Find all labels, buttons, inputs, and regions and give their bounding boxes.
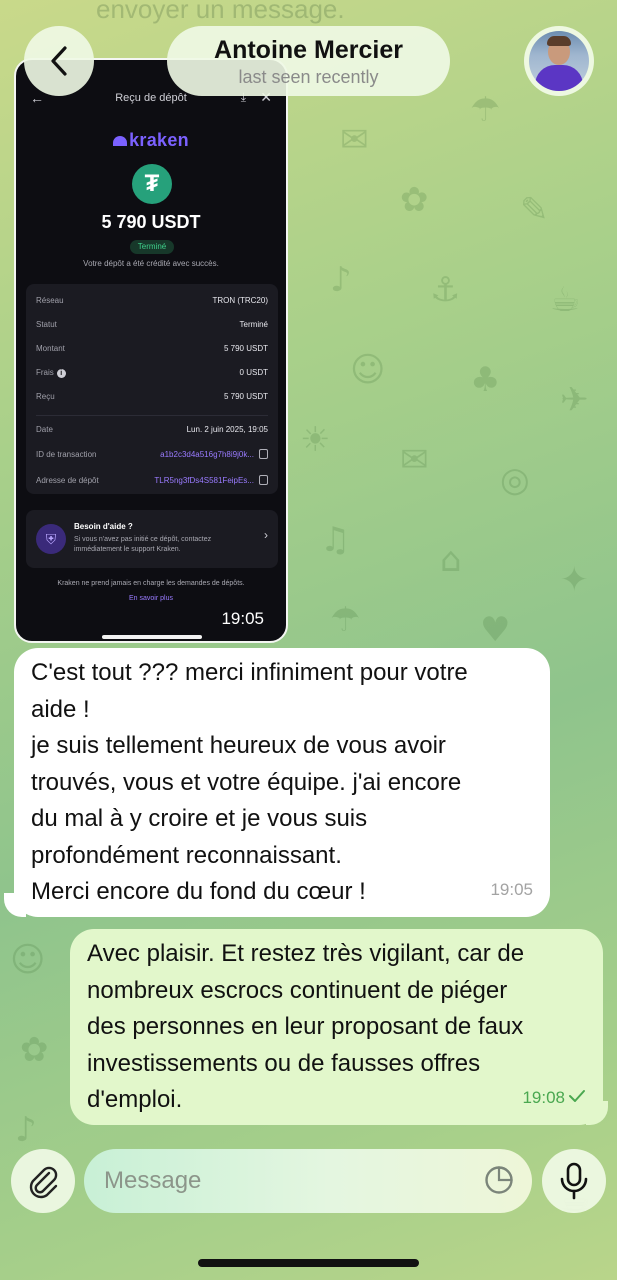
detail-row: Frais i 0 USDT xyxy=(36,368,268,378)
message-text: C'est tout ??? merci infiniment pour vot… xyxy=(31,659,468,686)
help-card: ⛨ Besoin d'aide ? Si vous n'avez pas ini… xyxy=(26,510,278,568)
help-body: Si vous n'avez pas initié ce dépôt, cont… xyxy=(74,536,212,553)
message-text: nombreux escrocs continuent de piéger xyxy=(87,976,508,1004)
detail-row: Date Lun. 2 juin 2025, 19:05 xyxy=(36,425,268,434)
outgoing-message[interactable]: Avec plaisir. Et restez très vigilant, c… xyxy=(70,929,603,1125)
background-message-text: envoyer un message. xyxy=(96,0,345,24)
info-icon: i xyxy=(56,369,66,378)
home-indicator xyxy=(198,1259,419,1267)
avatar[interactable] xyxy=(524,26,594,96)
message-text: Avec plaisir. Et restez très vigilant, c… xyxy=(87,940,525,967)
status-badge: Terminé xyxy=(130,240,174,254)
message-placeholder: Message xyxy=(104,1167,202,1194)
message-time: 19:05 xyxy=(490,879,533,899)
credited-text: Votre dépôt a été crédité avec succès. xyxy=(83,259,219,268)
detail-row: ID de transaction a1b2c3d4a516g7h8i9j0k..… xyxy=(36,449,268,464)
message-text: je suis tellement heureux de vous avoir xyxy=(31,732,446,759)
message-input[interactable]: Message xyxy=(84,1149,532,1213)
deposit-details-card: Réseau TRON (TRC20) Statut Terminé Montant… xyxy=(26,284,278,494)
copy-icon xyxy=(259,449,268,459)
mic-icon xyxy=(560,1162,588,1200)
divider xyxy=(36,415,268,416)
message-text: des personnes en leur proposant de faux xyxy=(87,1013,524,1040)
copy-icon xyxy=(259,475,268,485)
tether-icon: ₮ xyxy=(132,164,172,204)
message-text: trouvés, vous et votre équipe. j'ai enco… xyxy=(31,768,462,796)
message-text: profondément reconnaissant. xyxy=(31,841,342,869)
message-time-read: 19:08 xyxy=(522,1080,586,1117)
receipt-title: Reçu de dépôt xyxy=(115,92,187,104)
deposit-amount: 5 790 USDT xyxy=(101,212,201,232)
contact-status: last seen recently xyxy=(238,67,379,87)
screenshot-home-indicator xyxy=(102,635,202,639)
message-text: investissements ou de fausses offres xyxy=(87,1049,481,1077)
kraken-logo: kraken xyxy=(16,130,286,151)
message-text: du mal à y croire et je vous suis xyxy=(31,805,368,832)
detail-row: Montant 5 790 USDT xyxy=(36,344,268,353)
message-text: aide ! xyxy=(31,695,90,723)
back-icon xyxy=(51,46,67,76)
detail-row: Reçu 5 790 USDT xyxy=(36,392,268,401)
attach-button[interactable] xyxy=(11,1149,75,1213)
message-text: d'emploi. xyxy=(87,1086,183,1113)
back-button[interactable] xyxy=(24,26,94,96)
receipt-screenshot-message[interactable]: ← Reçu de dépôt ⤓ ✕ kraken ₮ 5 790 USDT … xyxy=(14,58,288,643)
footer-note: Kraken ne prend jamais en charge les dem… xyxy=(57,580,245,587)
sticker-icon[interactable] xyxy=(484,1165,514,1195)
voice-message-button[interactable] xyxy=(542,1149,606,1213)
contact-name: Antoine Mercier xyxy=(214,36,403,64)
attach-icon xyxy=(29,1166,58,1199)
detail-row: Statut Terminé xyxy=(36,320,268,329)
detail-row: Adresse de dépôt TLR5ng3fDs4S581FeipEs... xyxy=(36,475,268,490)
help-title: Besoin d'aide ? xyxy=(74,522,133,531)
chevron-right-icon: › xyxy=(264,528,268,542)
detail-row: Réseau TRON (TRC20) xyxy=(36,296,268,305)
footer-link: En savoir plus xyxy=(129,595,173,602)
receipt-back-icon: ← xyxy=(30,90,44,106)
message-time: 19:05 xyxy=(221,609,264,628)
check-icon xyxy=(569,1089,585,1102)
chat-title[interactable]: Antoine Mercier last seen recently xyxy=(167,26,450,96)
incoming-message[interactable]: C'est tout ??? merci infiniment pour vot… xyxy=(14,648,550,917)
shield-icon: ⛨ xyxy=(36,524,66,554)
message-text: Merci encore du fond du cœur ! xyxy=(31,878,366,905)
